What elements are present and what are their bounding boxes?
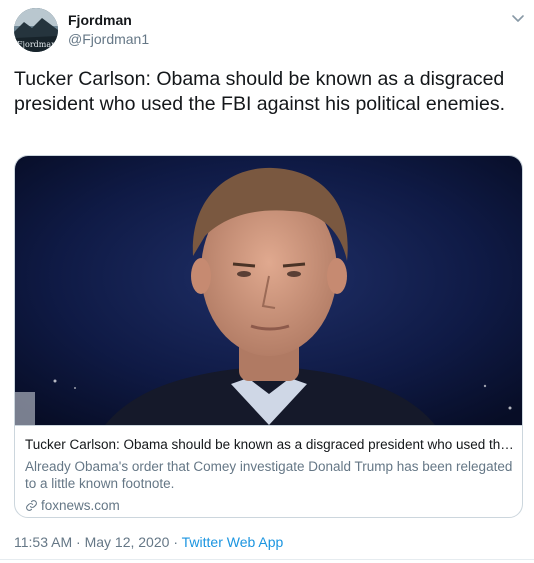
link-icon — [26, 500, 37, 511]
card-body: Tucker Carlson: Obama should be known as… — [15, 425, 522, 513]
card-title: Tucker Carlson: Obama should be known as… — [25, 437, 515, 452]
avatar[interactable]: Fjordman — [14, 8, 58, 52]
chevron-down-icon[interactable] — [509, 10, 527, 28]
author-handle[interactable]: @Fjordman1 — [68, 31, 149, 47]
card-domain: foxnews.com — [25, 498, 120, 513]
card-image — [15, 156, 522, 425]
tweet: Fjordman Fjordman @Fjordman1 Tucker Carl… — [0, 0, 534, 563]
tweet-date[interactable]: May 12, 2020 — [85, 534, 170, 550]
author-name[interactable]: Fjordman — [68, 12, 132, 28]
tweet-meta: 11:53 AM · May 12, 2020 · Twitter Web Ap… — [14, 534, 283, 550]
avatar-text: Fjordman — [17, 40, 56, 49]
meta-separator: · — [173, 534, 178, 550]
card-description: Already Obama's order that Comey investi… — [25, 459, 513, 491]
meta-separator: · — [76, 534, 81, 550]
divider — [0, 559, 534, 560]
card-domain-text: foxnews.com — [41, 498, 120, 513]
tweet-time[interactable]: 11:53 AM — [14, 534, 72, 550]
link-card[interactable]: Tucker Carlson: Obama should be known as… — [14, 155, 523, 518]
tweet-source-link[interactable]: Twitter Web App — [182, 534, 284, 550]
tweet-text: Tucker Carlson: Obama should be known as… — [14, 68, 506, 115]
avatar-image: Fjordman — [14, 8, 58, 52]
